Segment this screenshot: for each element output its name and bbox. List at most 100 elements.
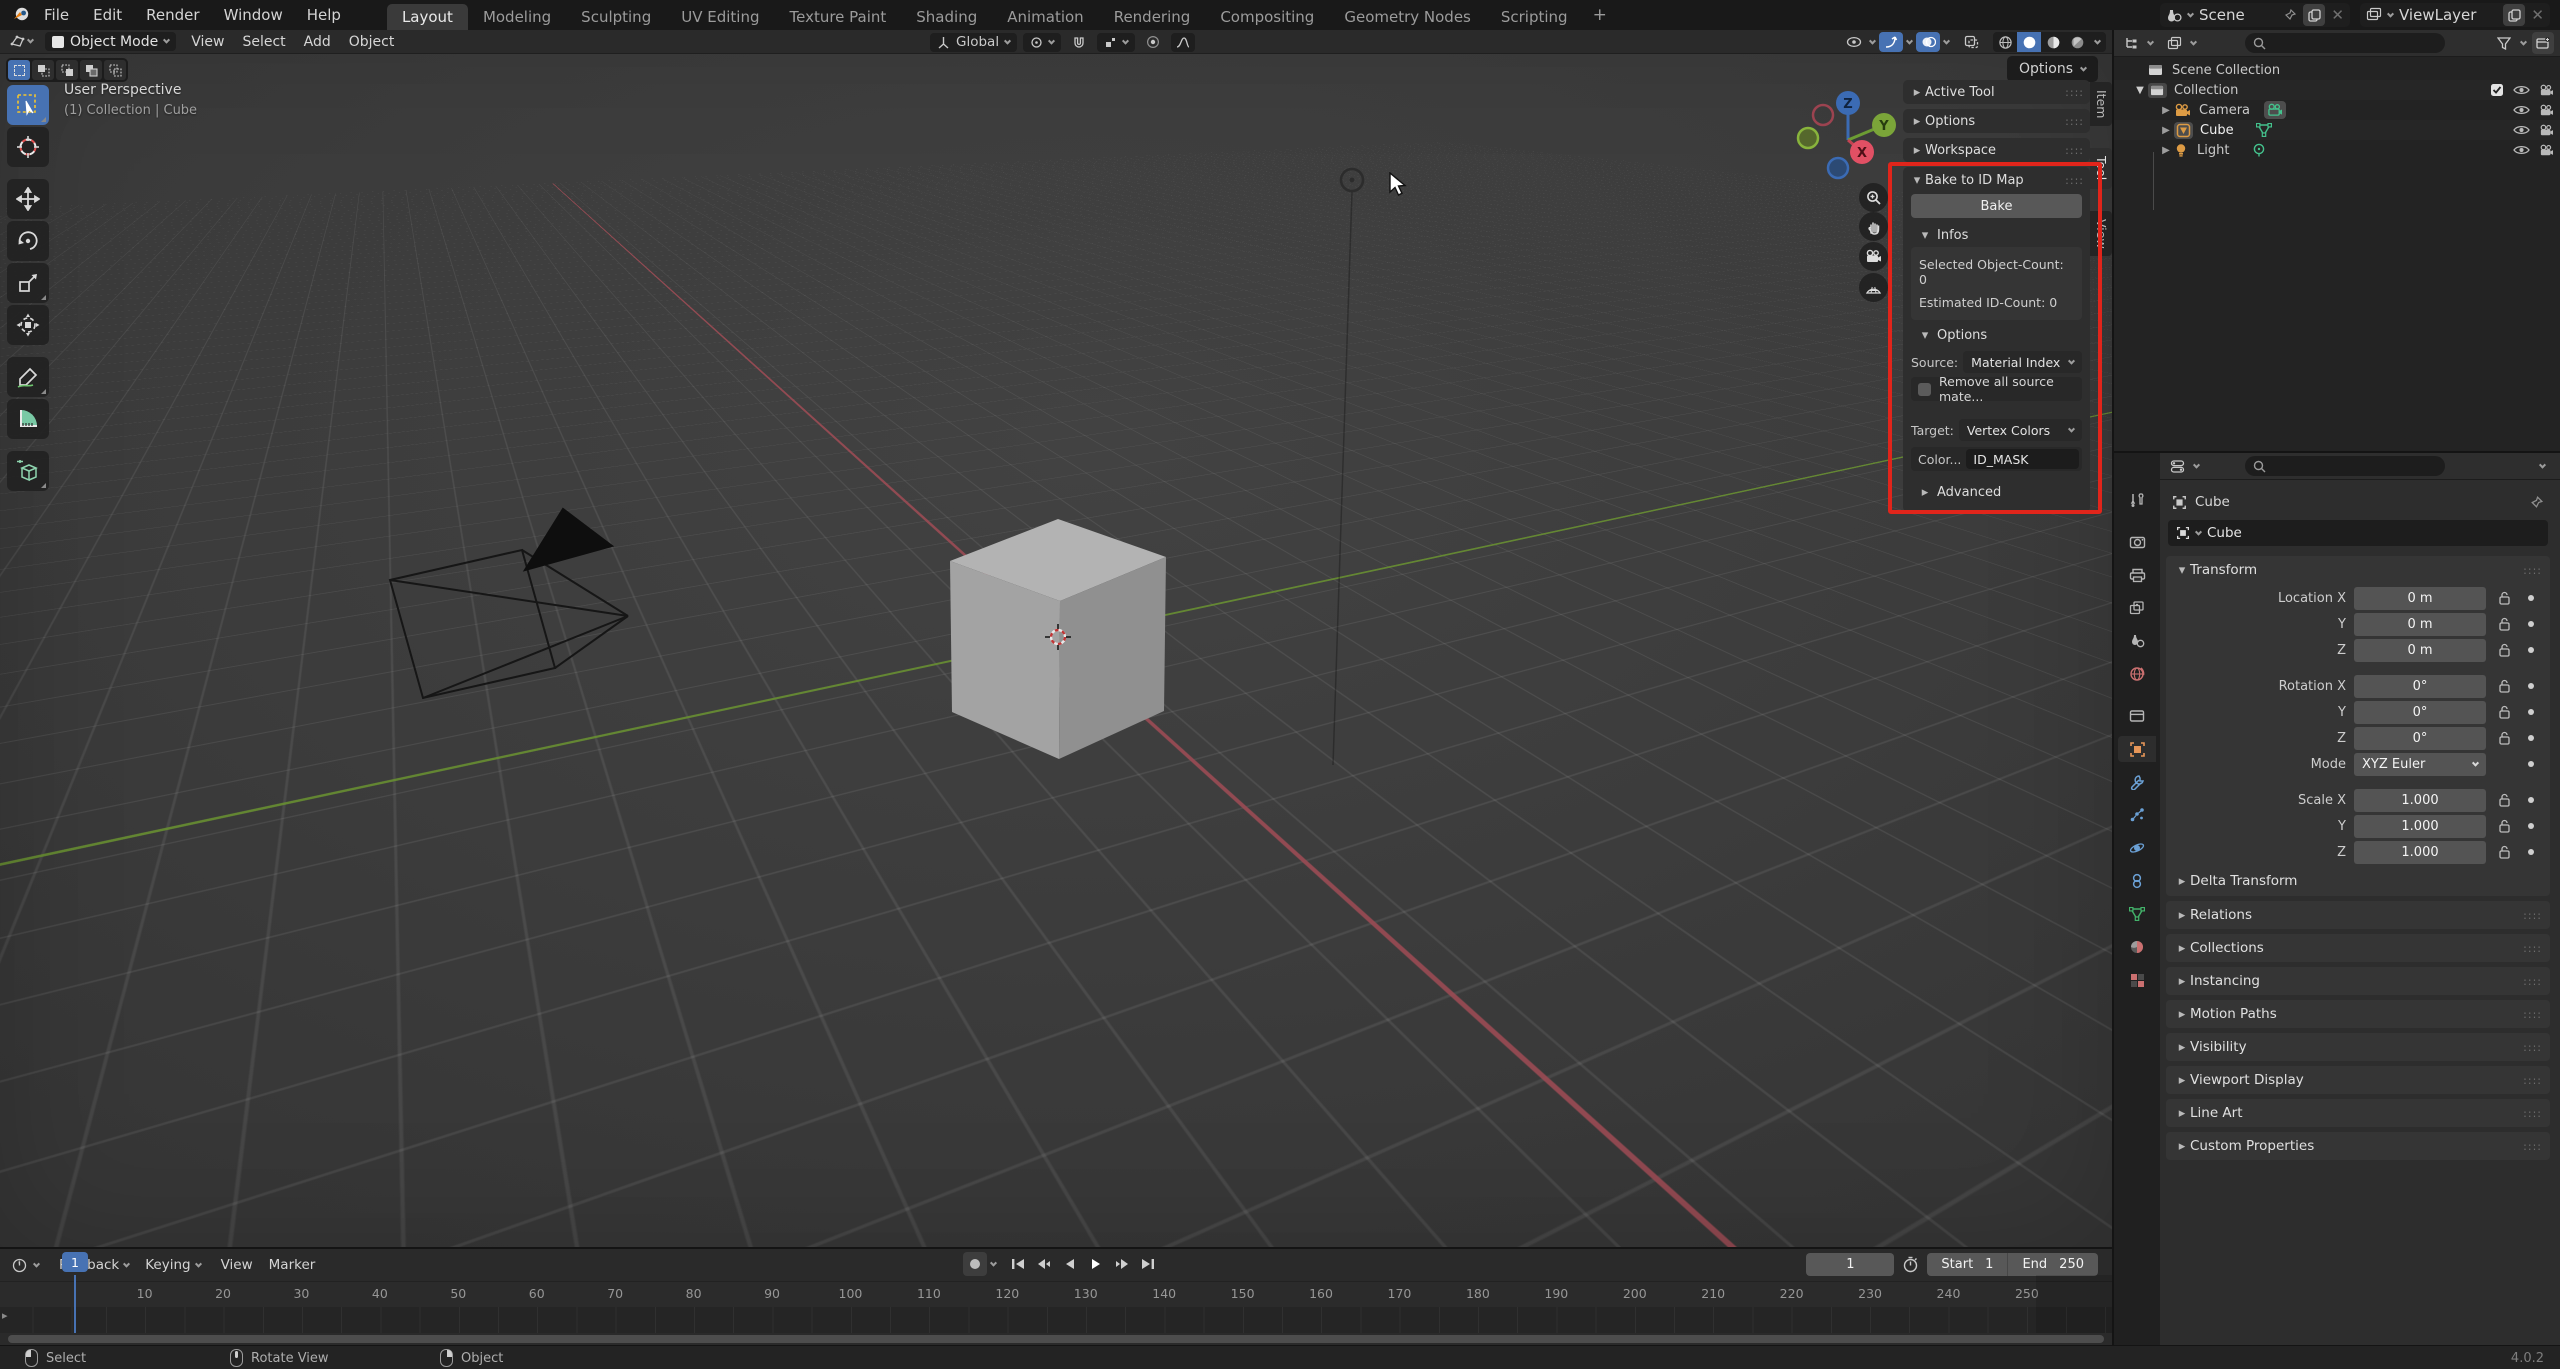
transform-panel-header[interactable]: ▾ Transform ::::	[2166, 556, 2550, 584]
tab-output[interactable]	[2118, 562, 2156, 588]
copy-viewlayer-button[interactable]	[2503, 4, 2526, 26]
workspace-tab[interactable]: Scripting	[1486, 4, 1583, 30]
tab-material[interactable]	[2118, 934, 2156, 960]
scrollbar-thumb[interactable]	[8, 1335, 2104, 1343]
tool-cursor[interactable]	[7, 127, 49, 167]
blender-logo-icon[interactable]	[10, 4, 32, 26]
gizmo-neg-y-ball[interactable]	[1796, 126, 1820, 150]
proportional-falloff[interactable]	[1171, 32, 1196, 52]
lock-icon[interactable]	[2494, 679, 2514, 693]
tool-add-cube[interactable]	[7, 451, 49, 491]
workspace-tab[interactable]: Animation	[992, 4, 1098, 30]
tool-rotate[interactable]	[7, 221, 49, 261]
lock-icon[interactable]	[2494, 705, 2514, 719]
end-frame-field[interactable]: End 250	[2007, 1253, 2098, 1276]
proportional-editing-toggle[interactable]	[1141, 32, 1165, 52]
select-mode-extend-button[interactable]	[32, 60, 54, 80]
tab-render[interactable]	[2118, 529, 2156, 555]
animate-dot[interactable]	[2522, 709, 2540, 715]
outliner-row-camera[interactable]: ▶ Camera	[2114, 100, 2560, 120]
shading-wireframe-button[interactable]	[1993, 32, 2017, 52]
app-menu-item[interactable]: Help	[295, 6, 353, 24]
gizmo-neg-z-ball[interactable]	[1826, 156, 1850, 180]
add-workspace-button[interactable]: +	[1583, 5, 1617, 25]
render-camera-icon[interactable]	[2539, 104, 2554, 117]
new-collection-button[interactable]	[2532, 32, 2554, 54]
properties-options-dropdown[interactable]	[2532, 455, 2554, 477]
rotation-x-input[interactable]: 0°	[2354, 674, 2486, 698]
timeline-track[interactable]	[0, 1307, 2112, 1333]
tab-modifiers[interactable]	[2118, 769, 2156, 795]
timeline-collapse-arrow[interactable]: ▸	[2, 1309, 8, 1322]
source-dropdown[interactable]: Material Index	[1963, 351, 2082, 373]
eye-icon[interactable]	[2513, 104, 2530, 116]
rotation-z-input[interactable]: 0°	[2354, 726, 2486, 750]
property-panel[interactable]: ▸ Line Art ::::	[2166, 1099, 2550, 1127]
workspace-tab[interactable]: Modeling	[468, 4, 566, 30]
animate-dot[interactable]	[2522, 647, 2540, 653]
prev-keyframe-button[interactable]	[1032, 1252, 1056, 1276]
collapse-arrow-icon[interactable]: ▼	[2132, 85, 2148, 96]
shading-solid-button[interactable]	[2017, 32, 2041, 52]
tool-select-box[interactable]	[7, 85, 49, 125]
show-object-types-dropdown[interactable]	[1842, 32, 1866, 52]
render-camera-icon[interactable]	[2539, 124, 2554, 137]
eye-icon[interactable]	[2513, 144, 2530, 156]
panel-drag-dots[interactable]: ::::	[2523, 1008, 2542, 1021]
app-menu-item[interactable]: File	[32, 6, 81, 24]
target-dropdown[interactable]: Vertex Colors	[1958, 419, 2082, 441]
sidebar-panel-header[interactable]: ▸ Options ::::	[1903, 109, 2090, 133]
current-frame-field[interactable]: 1	[1806, 1253, 1895, 1276]
tab-tool[interactable]	[2118, 487, 2156, 513]
eye-icon[interactable]	[2513, 84, 2530, 96]
panel-drag-dots[interactable]: ::::	[2523, 1107, 2542, 1120]
orientation-selector[interactable]: Global	[930, 32, 1018, 52]
camera-data-icon-box[interactable]	[2264, 101, 2287, 119]
delete-viewlayer-button[interactable]: ✕	[2531, 6, 2544, 24]
light-object[interactable]	[1339, 167, 1365, 193]
tab-constraints[interactable]	[2118, 868, 2156, 894]
workspace-tab[interactable]: Texture Paint	[774, 4, 901, 30]
camera-view-button[interactable]	[1859, 242, 1888, 271]
breadcrumb-label[interactable]: Cube	[2195, 494, 2230, 510]
outliner-row-collection[interactable]: ▼ Collection	[2114, 80, 2560, 100]
pan-view-button[interactable]	[1859, 212, 1888, 241]
render-camera-icon[interactable]	[2539, 84, 2554, 97]
jump-to-start-button[interactable]	[1006, 1252, 1030, 1276]
workspace-tab[interactable]: Shading	[901, 4, 992, 30]
object-name-field[interactable]: Cube	[2168, 520, 2548, 546]
animate-dot[interactable]	[2522, 683, 2540, 689]
timeline-editor-type-icon[interactable]	[8, 1254, 30, 1276]
scene-selector[interactable]: Scene ✕	[2160, 3, 2350, 27]
property-panel[interactable]: ▸ Relations ::::	[2166, 901, 2550, 929]
animate-dot[interactable]	[2522, 849, 2540, 855]
outliner-row-light[interactable]: ▶ Light	[2114, 140, 2560, 160]
animate-dot[interactable]	[2522, 621, 2540, 627]
properties-editor-type-icon[interactable]	[2166, 455, 2188, 477]
sidebar-tab[interactable]: Item	[2090, 82, 2112, 127]
viewport-menu-item[interactable]: Add	[295, 34, 340, 50]
delta-transform-header[interactable]: ▸ Delta Transform	[2166, 866, 2550, 896]
outliner-filter-button[interactable]	[2493, 32, 2515, 54]
panel-drag-dots[interactable]: ::::	[2523, 1140, 2542, 1153]
timeline-ruler[interactable]: 10 20 30 40 50 60 70 80 90 100 110 120 130 140 150 160 1…	[0, 1281, 2112, 1307]
panel-drag-dots[interactable]: ::::	[2523, 975, 2542, 988]
infos-subpanel-header[interactable]: ▾ Infos	[1903, 224, 2090, 247]
viewport-menu-item[interactable]: Object	[340, 34, 404, 50]
lock-icon[interactable]	[2494, 845, 2514, 859]
bake-panel-header[interactable]: ▾ Bake to ID Map ::::	[1903, 171, 2090, 192]
play-button[interactable]	[1084, 1252, 1108, 1276]
stopwatch-icon[interactable]	[1902, 1256, 1919, 1273]
app-menu-item[interactable]: Window	[212, 6, 295, 24]
delete-scene-button[interactable]: ✕	[2331, 6, 2344, 24]
panel-drag-dots[interactable]: ::::	[2065, 144, 2084, 157]
expand-arrow-icon[interactable]: ▶	[2158, 105, 2174, 116]
panel-drag-dots[interactable]: ::::	[2065, 115, 2084, 128]
mode-selector[interactable]: Object Mode	[45, 32, 177, 51]
playhead-frame-badge[interactable]: 1	[62, 1252, 88, 1272]
property-panel[interactable]: ▸ Visibility ::::	[2166, 1033, 2550, 1061]
panel-drag-dots[interactable]: ::::	[2523, 1041, 2542, 1054]
lock-icon[interactable]	[2494, 617, 2514, 631]
workspace-tab[interactable]: UV Editing	[666, 4, 774, 30]
workspace-tab[interactable]: Rendering	[1099, 4, 1206, 30]
